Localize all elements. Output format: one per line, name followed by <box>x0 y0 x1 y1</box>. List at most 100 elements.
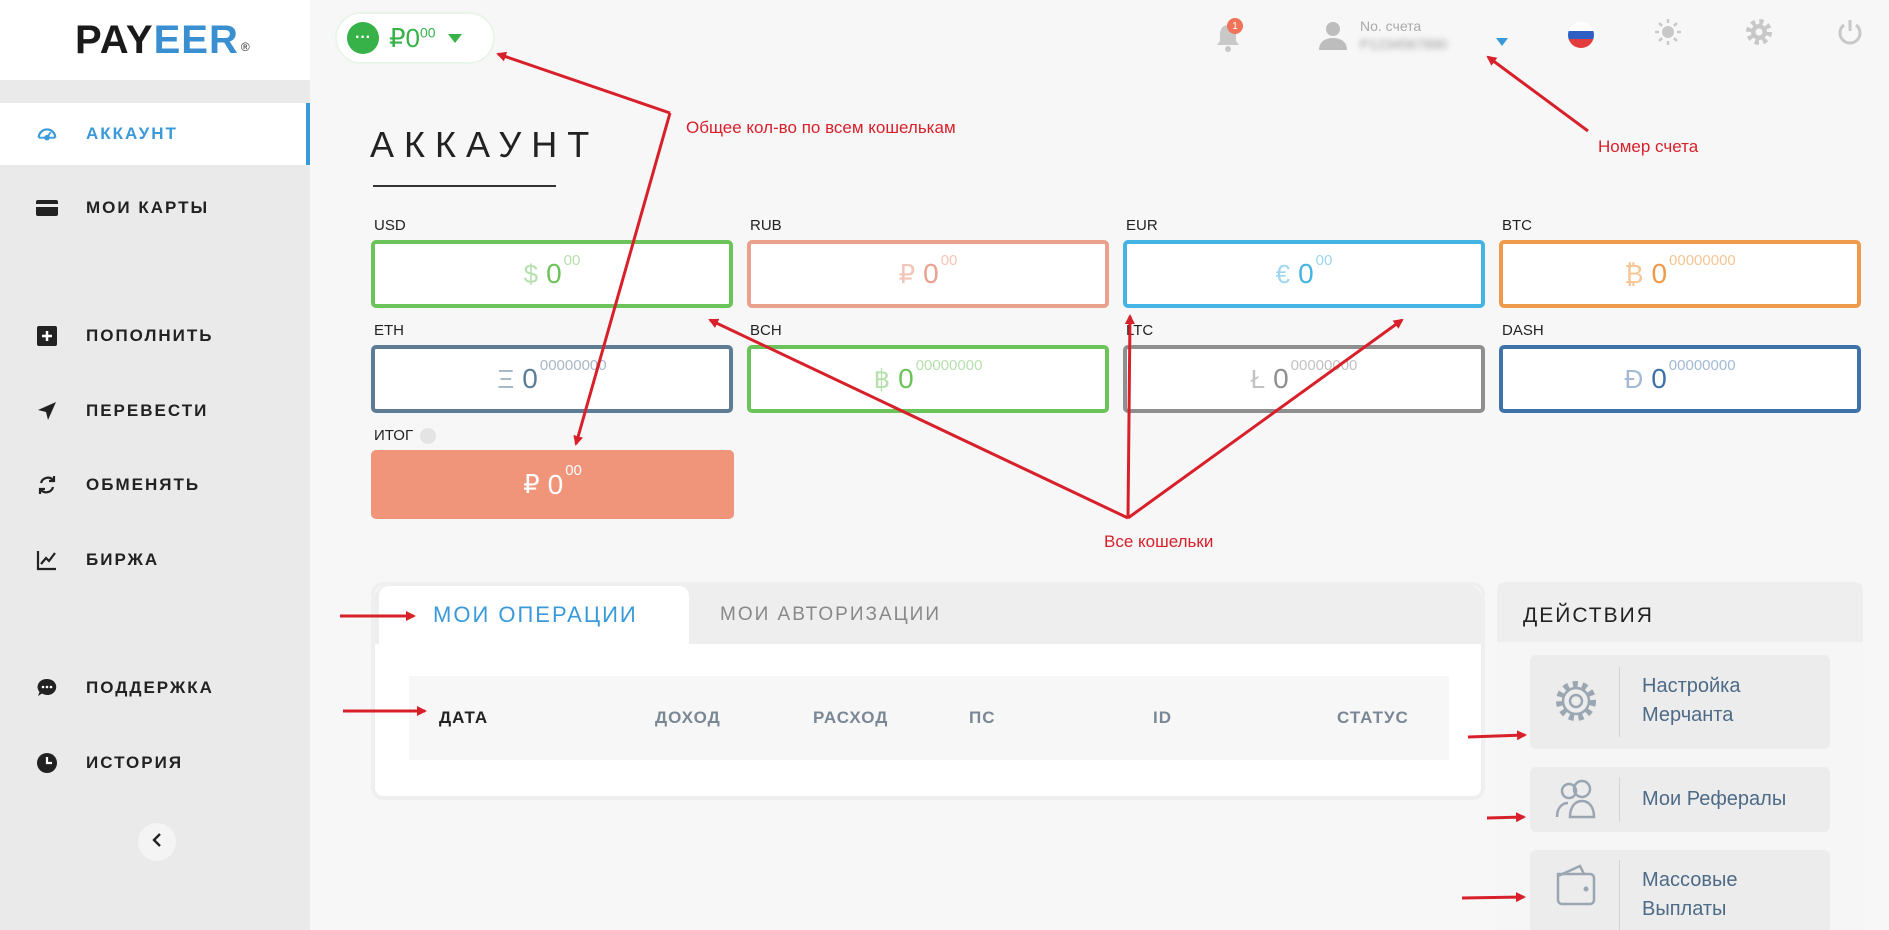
notification-count-badge: 1 <box>1227 18 1243 34</box>
notifications-button[interactable]: 1 <box>1215 18 1245 52</box>
sidebar-item-label: ПОДДЕРЖКА <box>86 678 214 697</box>
payeer-logo[interactable]: PAYEER ® <box>75 18 251 63</box>
sidebar-item-deposit[interactable]: ПОПОЛНИТЬ <box>0 305 310 367</box>
sidebar: PAYEER ® АККАУНТ МОИ КАРТЫ ПОПОЛНИТЬ ПЕРЕ <box>0 0 310 930</box>
sidebar-item-account[interactable]: АККАУНТ <box>0 103 310 165</box>
tab-my-authorizations[interactable]: МОИ АВТОРИЗАЦИИ <box>720 586 941 644</box>
annotation-total-note: Общее кол-во по всем кошелькам <box>686 118 956 137</box>
sidebar-item-cards[interactable]: МОИ КАРТЫ <box>0 177 310 239</box>
title-underline <box>373 185 556 187</box>
wallet-eur[interactable]: €0 00 <box>1123 240 1485 308</box>
sidebar-item-label: ПОПОЛНИТЬ <box>86 326 214 345</box>
sidebar-item-label: МОИ КАРТЫ <box>86 198 210 217</box>
my-referrals-button[interactable]: Мои Рефералы <box>1530 767 1830 832</box>
column-header-date[interactable]: ДАТА <box>439 708 488 728</box>
logo-text-pay: PAY <box>75 18 154 62</box>
wallet-decimals: 00000000 <box>915 356 983 374</box>
logo-registered-mark: ® <box>240 40 251 54</box>
wallet-usd[interactable]: $0 00 <box>371 240 733 308</box>
divider <box>1619 860 1620 930</box>
action-label: Мои Рефералы <box>1642 785 1786 814</box>
power-icon <box>1836 18 1864 51</box>
account-number-dropdown[interactable]: No. счета P1234567890 <box>1318 16 1518 56</box>
wallet-decimals: 00 <box>563 251 581 269</box>
help-icon[interactable] <box>420 428 436 444</box>
wallet-value: 0 <box>1273 363 1289 394</box>
account-number-value: P1234567890 <box>1360 36 1448 52</box>
sidebar-item-transfer[interactable]: ПЕРЕВЕСТИ <box>0 380 310 442</box>
wallet-label-dash: DASH <box>1502 322 1544 339</box>
wallet-label-btc: BTC <box>1502 217 1532 234</box>
actions-panel: ДЕЙСТВИЯ Настройка Мерчанта Мои Рефералы <box>1497 582 1863 930</box>
chevron-left-icon <box>151 832 163 853</box>
total-balance-box: ₽0 00 <box>371 450 734 519</box>
column-header-status[interactable]: СТАТУС <box>1337 708 1409 728</box>
wallet-label-ltc: LTC <box>1126 322 1154 339</box>
wallet-decimals: 00 <box>940 251 958 269</box>
merchant-settings-button[interactable]: Настройка Мерчанта <box>1530 655 1830 749</box>
logo-area: PAYEER ® <box>0 0 310 80</box>
divider <box>1619 777 1620 822</box>
annotation-account-note: Номер счета <box>1598 137 1699 156</box>
tab-my-operations[interactable]: МОИ ОПЕРАЦИИ <box>379 586 689 644</box>
theme-toggle-button[interactable] <box>1652 18 1684 50</box>
sidebar-item-label: ОБМЕНЯТЬ <box>86 475 201 494</box>
russian-flag-icon[interactable] <box>1568 22 1594 48</box>
total-balance-amount: ₽000 <box>389 23 436 54</box>
wallet-value: 0 <box>546 258 562 289</box>
send-icon <box>36 400 58 422</box>
chevron-down-icon <box>1496 38 1508 46</box>
currency-symbol: ₽ <box>389 22 406 53</box>
sidebar-item-exchange-market[interactable]: БИРЖА <box>0 529 310 591</box>
wallet-eth[interactable]: Ξ 0 00000000 <box>371 345 733 413</box>
wallet-bch[interactable]: ฿ 0 00000000 <box>747 345 1109 413</box>
clock-icon <box>36 752 58 774</box>
logout-button[interactable] <box>1834 18 1866 50</box>
wallet-dash[interactable]: Đ 0 00000000 <box>1499 345 1861 413</box>
eur-symbol: € <box>1275 258 1291 289</box>
actions-body: Настройка Мерчанта Мои Рефералы Массовые В… <box>1497 642 1863 930</box>
action-label-line2: Мерчанта <box>1642 704 1734 726</box>
wallet-label-eth: ETH <box>374 322 404 339</box>
action-label-line1: Мои Рефералы <box>1642 788 1787 810</box>
total-value: 0 <box>547 468 564 500</box>
settings-button[interactable] <box>1743 18 1775 50</box>
exchange-icon <box>36 474 58 496</box>
wallet-rub[interactable]: ₽0 00 <box>747 240 1109 308</box>
column-header-payment-system[interactable]: ПС <box>969 708 996 728</box>
sidebar-collapse-button[interactable] <box>138 823 176 861</box>
gear-icon <box>1744 17 1774 52</box>
column-header-income[interactable]: ДОХОД <box>655 708 721 728</box>
gear-icon <box>1550 675 1602 727</box>
balance-value: 0 <box>405 22 421 53</box>
sidebar-item-history[interactable]: ИСТОРИЯ <box>0 732 310 794</box>
action-label-line1: Массовые <box>1642 869 1738 891</box>
page-title: АККАУНТ <box>370 124 600 165</box>
mass-payouts-button[interactable]: Массовые Выплаты <box>1530 850 1830 930</box>
user-avatar-icon <box>1318 20 1348 55</box>
annotation-wallets-note: Все кошельки <box>1104 532 1214 551</box>
column-header-expense[interactable]: РАСХОД <box>813 708 888 728</box>
more-dots-icon: ··· <box>347 22 379 54</box>
wallet-btc[interactable]: ₿ 0 00000000 <box>1499 240 1861 308</box>
total-label: ИТОГ <box>374 427 414 444</box>
wallet-value: 0 <box>898 363 914 394</box>
wallet-value: 0 <box>1651 363 1667 394</box>
column-header-id[interactable]: ID <box>1153 708 1172 728</box>
dashboard-icon <box>36 123 58 145</box>
wallet-value: 0 <box>522 363 538 394</box>
wallet-ltc[interactable]: Ł 0 00000000 <box>1123 345 1485 413</box>
sidebar-item-support[interactable]: ПОДДЕРЖКА <box>0 657 310 719</box>
action-label: Массовые Выплаты <box>1642 866 1737 924</box>
wallet-decimals: 00 <box>1315 251 1333 269</box>
wallet-label-bch: BCH <box>750 322 782 339</box>
dash-symbol: Đ <box>1624 363 1644 394</box>
divider <box>1619 667 1620 737</box>
chart-icon <box>36 549 58 571</box>
total-balance-dropdown[interactable]: ··· ₽000 <box>335 12 495 64</box>
usd-symbol: $ <box>523 258 539 289</box>
wallet-label-rub: RUB <box>750 217 782 234</box>
wallet-value: 0 <box>1298 258 1314 289</box>
balance-decimals: 00 <box>420 23 436 40</box>
sidebar-item-exchange[interactable]: ОБМЕНЯТЬ <box>0 454 310 516</box>
